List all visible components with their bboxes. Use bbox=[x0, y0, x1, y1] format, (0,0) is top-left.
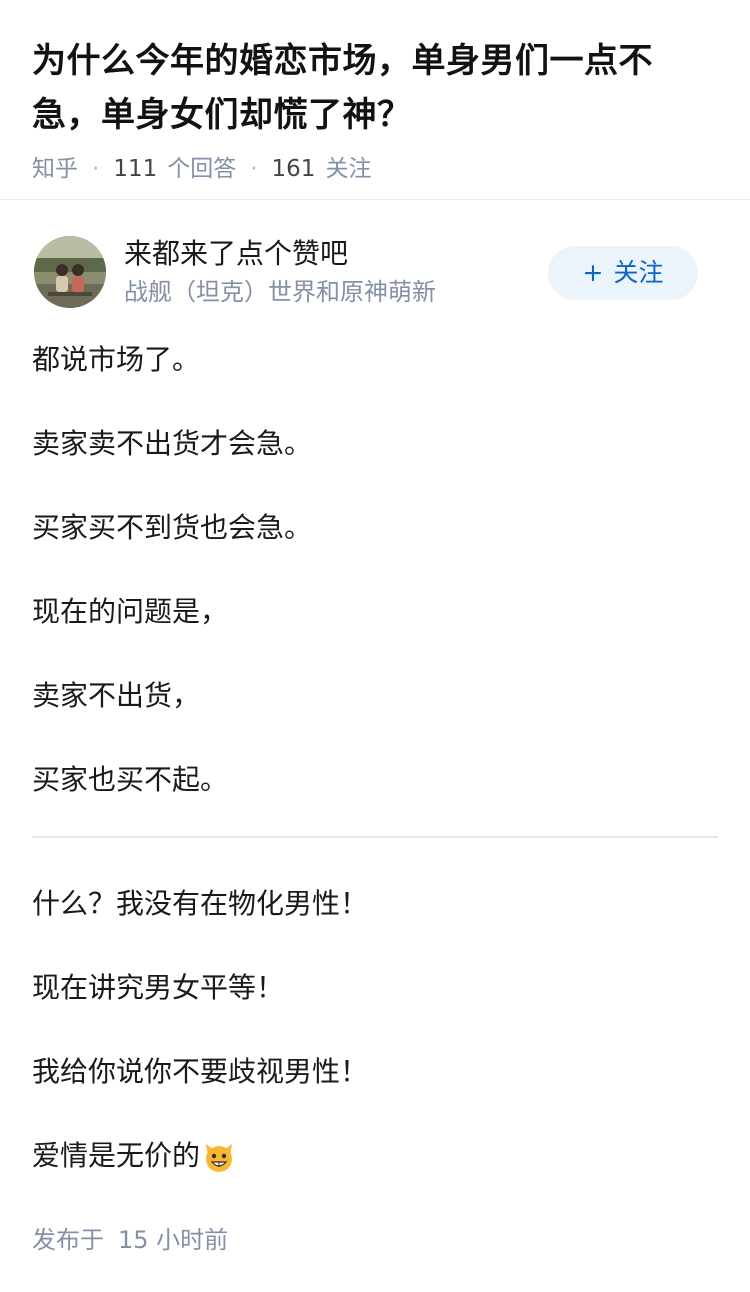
source-label[interactable]: 知乎 bbox=[32, 154, 78, 184]
answer-paragraph: 我给你说你不要歧视男性！ bbox=[32, 1055, 369, 1088]
answer-paragraph: 现在的问题是， bbox=[32, 595, 229, 628]
follow-button[interactable]: + 关注 bbox=[548, 246, 698, 300]
answer-paragraph: 什么？我没有在物化男性！ bbox=[32, 887, 369, 920]
answer-paragraph: 买家也买不起。 bbox=[32, 763, 229, 796]
answer-paragraph-last: 爱情是无价的 bbox=[32, 1128, 718, 1184]
avatar[interactable] bbox=[34, 236, 106, 308]
answer-paragraph-text: 爱情是无价的 bbox=[32, 1139, 201, 1172]
author-card: 来都来了点个赞吧 战舰（坦克）世界和原神萌新 + 关注 bbox=[0, 200, 750, 344]
answer-paragraph: 都说市场了。 bbox=[32, 343, 201, 376]
cat-grin-icon bbox=[202, 1137, 236, 1172]
question-meta: 知乎 · 111 个回答 · 161 关注 bbox=[32, 154, 718, 184]
author-bio: 战舰（坦克）世界和原神萌新 bbox=[124, 278, 436, 306]
author-name[interactable]: 来都来了点个赞吧 bbox=[124, 236, 348, 272]
answer-paragraph: 卖家不出货， bbox=[32, 679, 201, 712]
question-title[interactable]: 为什么今年的婚恋市场，单身男们一点不急，单身女们却慌了神？ bbox=[32, 34, 718, 142]
follow-count-label[interactable]: 关注 bbox=[325, 154, 371, 184]
answer-count: 111 bbox=[113, 156, 158, 182]
plus-icon: + bbox=[582, 258, 604, 287]
meta-separator: · bbox=[250, 156, 258, 182]
publish-label: 发布于 bbox=[32, 1226, 104, 1254]
answer-paragraph: 现在讲究男女平等！ bbox=[32, 971, 285, 1004]
publish-info: 发布于 15 小时前 bbox=[32, 1222, 228, 1258]
answer-content: 都说市场了。 卖家卖不出货才会急。 买家买不到货也会急。 现在的问题是， 卖家不… bbox=[32, 332, 718, 1212]
question-header: 为什么今年的婚恋市场，单身男们一点不急，单身女们却慌了神？ 知乎 · 111 个… bbox=[0, 0, 750, 200]
answer-paragraph: 买家买不到货也会急。 bbox=[32, 511, 313, 544]
answer-page: 为什么今年的婚恋市场，单身男们一点不急，单身女们却慌了神？ 知乎 · 111 个… bbox=[0, 0, 750, 1292]
content-divider bbox=[32, 836, 718, 838]
answer-paragraph: 卖家卖不出货才会急。 bbox=[32, 427, 313, 460]
answer-count-label[interactable]: 个回答 bbox=[167, 154, 236, 184]
publish-time: 15 小时前 bbox=[118, 1226, 229, 1254]
follow-count: 161 bbox=[271, 156, 316, 182]
meta-separator: · bbox=[92, 156, 100, 182]
follow-button-label: 关注 bbox=[613, 258, 664, 287]
